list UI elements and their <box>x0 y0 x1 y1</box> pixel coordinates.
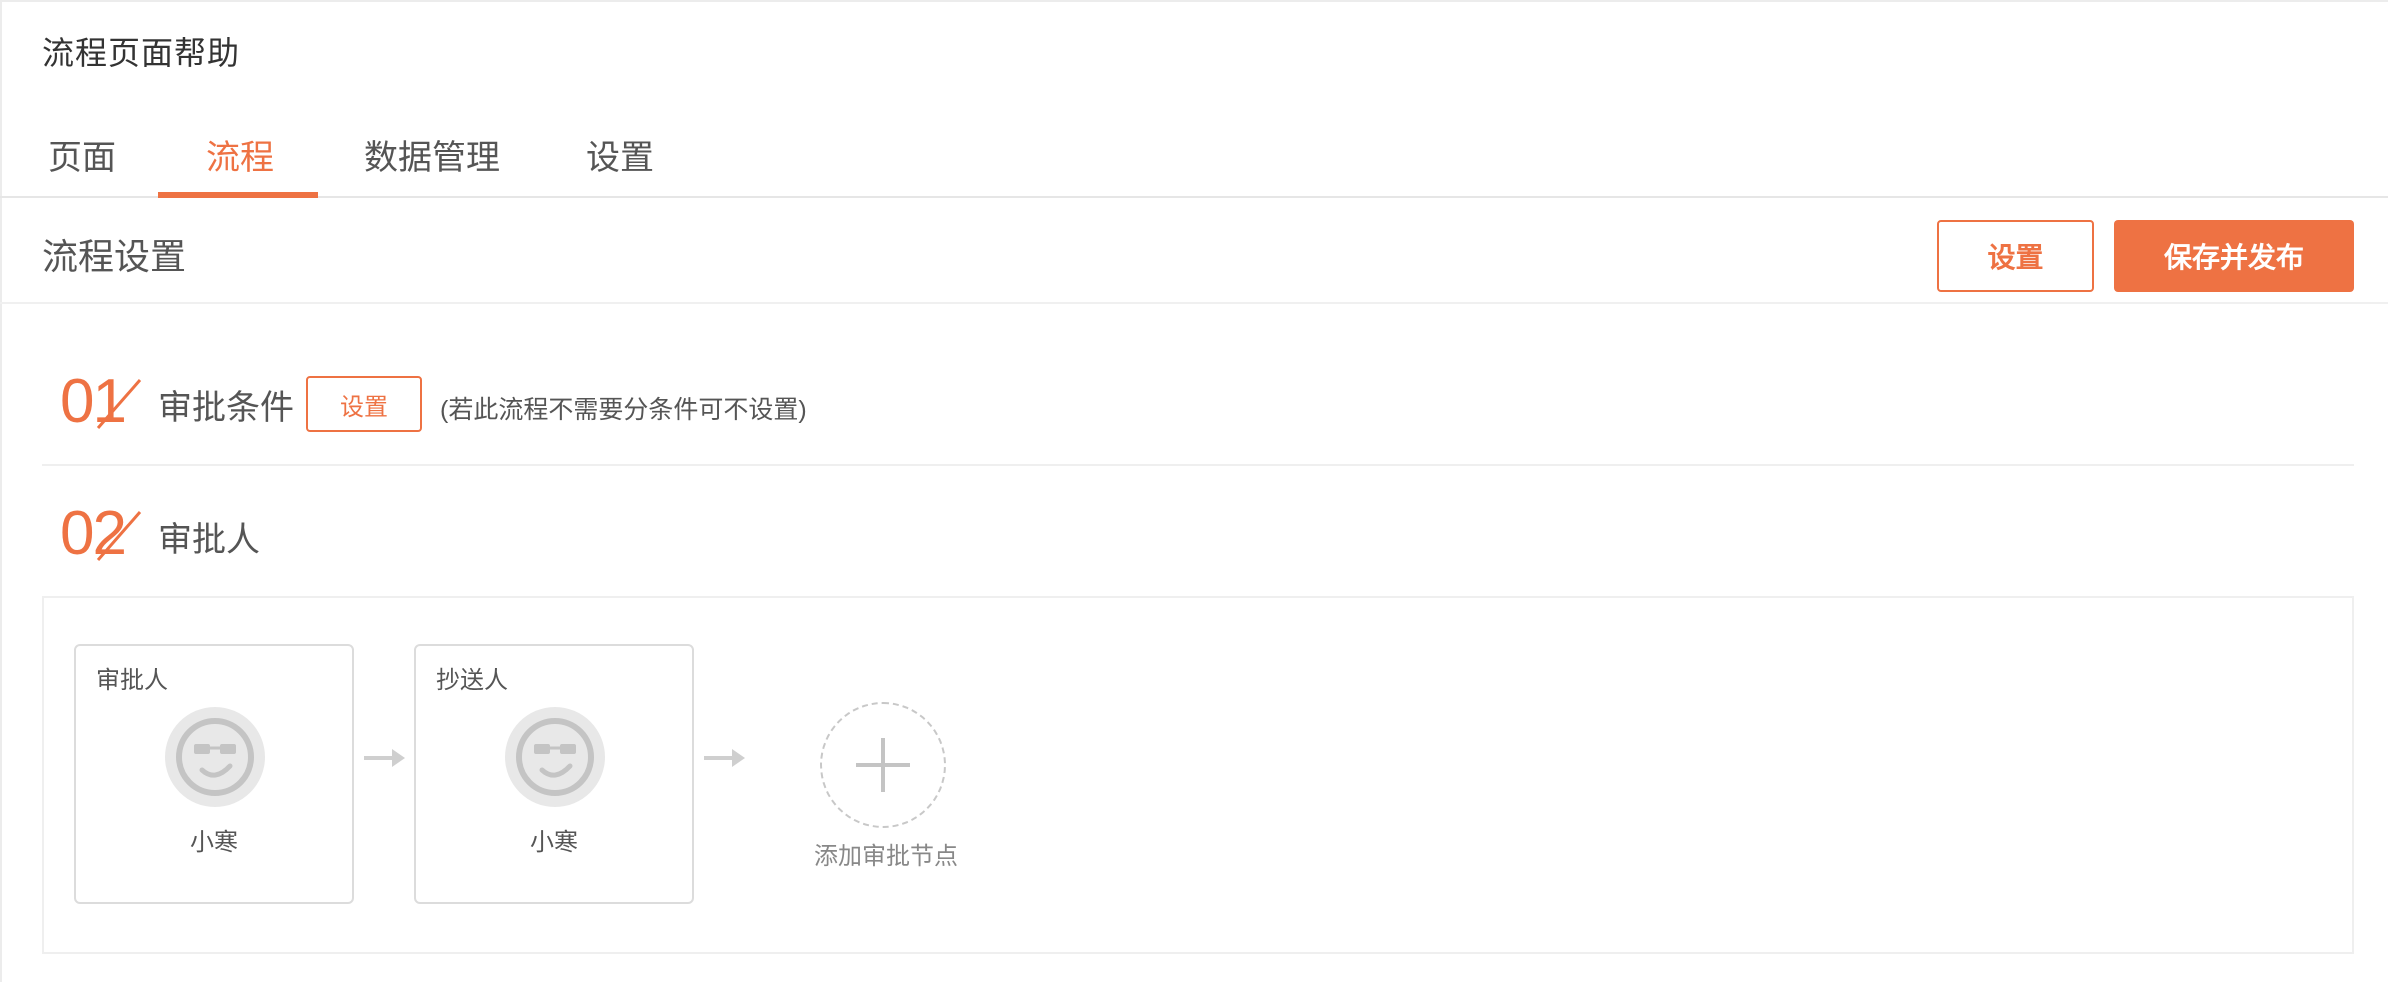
cc-node[interactable]: 抄送人 小寒 <box>414 644 694 904</box>
tab-settings[interactable]: 设置 <box>586 130 654 198</box>
node-person-name: 小寒 <box>190 829 238 856</box>
arrow-right-icon <box>364 749 405 767</box>
arrow-right-icon <box>704 749 745 767</box>
step-slash-icon <box>96 511 142 561</box>
node-type-label: 审批人 <box>96 667 168 694</box>
condition-settings-button[interactable]: 设置 <box>306 376 422 432</box>
save-and-publish-button[interactable]: 保存并发布 <box>2114 220 2354 292</box>
step-label: 审批条件 <box>158 389 294 427</box>
app-title: 流程页面帮助 <box>42 35 241 71</box>
section-title: 流程设置 <box>42 236 187 277</box>
avatar-smiley-icon <box>165 707 265 807</box>
settings-button[interactable]: 设置 <box>1937 220 2094 292</box>
avatar-smiley-icon <box>505 707 605 807</box>
node-person-name: 小寒 <box>530 829 578 856</box>
plus-icon <box>856 738 910 792</box>
step-slash-icon <box>96 379 142 429</box>
approver-node[interactable]: 审批人 小寒 <box>74 644 354 904</box>
step-hint: (若此流程不需要分条件可不设置) <box>440 396 807 424</box>
tab-data-management[interactable]: 数据管理 <box>364 130 500 198</box>
step-approvers: 02 审批人 <box>42 492 2354 592</box>
add-approval-node-button[interactable] <box>820 702 946 828</box>
step-approval-conditions: 01 审批条件 设置 (若此流程不需要分条件可不设置) <box>42 360 2354 466</box>
node-type-label: 抄送人 <box>436 667 508 694</box>
tab-flow[interactable]: 流程 <box>206 130 274 198</box>
step-label: 审批人 <box>158 521 260 559</box>
section-header: 流程设置 设置 保存并发布 <box>0 198 2388 304</box>
tab-bar: 页面 流程 数据管理 设置 <box>0 120 2388 198</box>
flow-panel: 审批人 小寒 抄送人 小寒 添加审批节点 <box>42 596 2354 954</box>
tab-page[interactable]: 页面 <box>48 130 116 198</box>
add-approval-node-label[interactable]: 添加审批节点 <box>796 836 976 871</box>
